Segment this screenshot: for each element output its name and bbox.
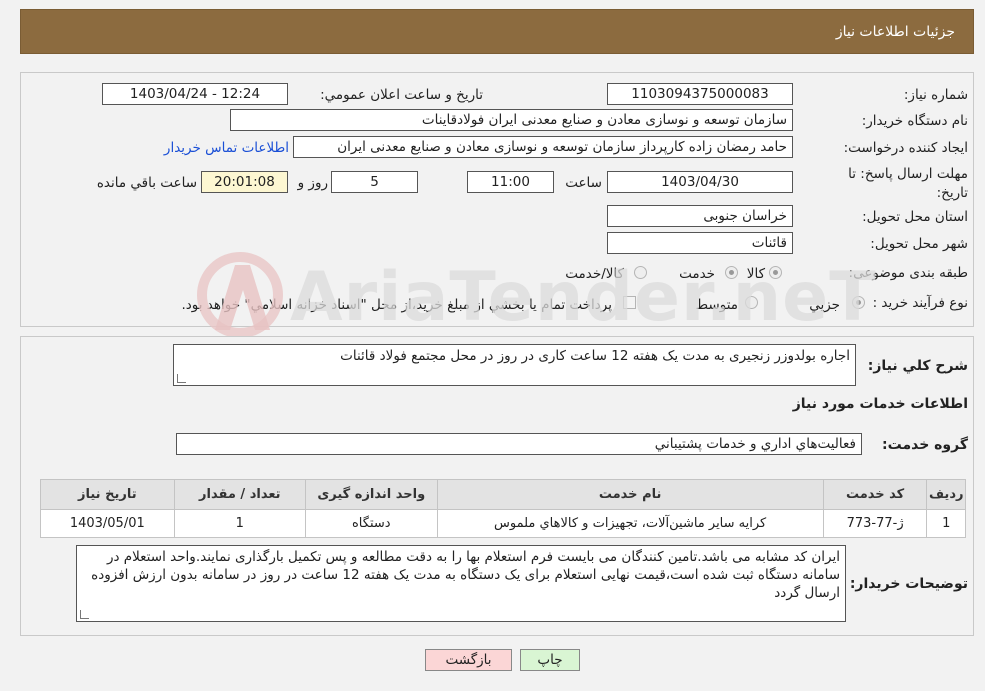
description-text: اجاره بولدوزر زنجیری به مدت یک هفته 12 س… bbox=[340, 348, 850, 364]
treasury-payment-note: پرداخت تمام يا بخشي از مبلغ خريد،از محل … bbox=[181, 297, 612, 313]
treasury-payment-checkbox[interactable] bbox=[623, 296, 636, 309]
remaining-time-field: 20:01:08 bbox=[201, 171, 288, 193]
days-label: روز و bbox=[297, 175, 328, 191]
cell-service-code: ژ-77-773 bbox=[822, 509, 928, 538]
cell-row-number: 1 bbox=[926, 509, 966, 538]
column-quantity: تعداد / مقدار bbox=[173, 479, 307, 510]
city-label: شهر محل تحويل: bbox=[870, 236, 968, 252]
resize-handle-icon[interactable] bbox=[177, 374, 186, 383]
province-label: استان محل تحويل: bbox=[862, 209, 968, 225]
services-section-title: اطلاعات خدمات مورد نياز bbox=[792, 396, 968, 412]
process-radio-medium[interactable] bbox=[745, 296, 758, 309]
category-radio-goods-service[interactable] bbox=[634, 266, 647, 279]
services-table-header: رديف کد خدمت نام خدمت واحد اندازه گيری ت… bbox=[40, 479, 966, 510]
creator-label: ايجاد کننده درخواست: bbox=[843, 140, 968, 156]
cell-quantity: 1 bbox=[173, 509, 307, 538]
category-service-label: خدمت bbox=[679, 266, 715, 282]
cell-unit: دستگاه bbox=[305, 509, 438, 538]
process-minor-label: جزیي bbox=[809, 297, 840, 313]
deadline-date-field: 1403/04/30 bbox=[607, 171, 793, 193]
deadline-label-text: مهلت ارسال پاسخ: تا تاريخ: bbox=[848, 166, 968, 201]
need-number-field: 1103094375000083 bbox=[607, 83, 793, 105]
cell-service-name: کرايه ساير ماشين‌آلات، تجهيزات و کالاهاي… bbox=[436, 509, 824, 538]
category-radio-service[interactable] bbox=[725, 266, 738, 279]
category-goods-service-label: کالا/خدمت bbox=[565, 266, 624, 282]
column-service-name: نام خدمت bbox=[436, 479, 824, 510]
page-title: جزئيات اطلاعات نياز bbox=[835, 24, 955, 40]
column-need-date: تاريخ نياز bbox=[40, 479, 175, 510]
process-medium-label: متوسط bbox=[695, 297, 738, 313]
page-header: جزئيات اطلاعات نياز bbox=[20, 9, 974, 54]
table-row: 1 ژ-77-773 کرايه ساير ماشين‌آلات، تجهيزا… bbox=[40, 509, 966, 538]
buyer-notes-textarea[interactable]: ایران کد مشابه می باشد.تامین کنندگان می … bbox=[76, 545, 846, 622]
cell-need-date: 1403/05/01 bbox=[40, 509, 175, 538]
buyer-contact-link[interactable]: اطلاعات تماس خريدار bbox=[156, 140, 289, 156]
province-field: خراسان جنوبی bbox=[607, 205, 793, 227]
process-radio-minor[interactable] bbox=[852, 296, 865, 309]
process-type-label: نوع فرآيند خريد : bbox=[872, 295, 968, 311]
resize-handle-icon[interactable] bbox=[80, 610, 89, 619]
column-unit: واحد اندازه گيری bbox=[305, 479, 438, 510]
column-service-code: کد خدمت bbox=[822, 479, 928, 510]
creator-field: حامد رمضان زاده کارپرداز سازمان توسعه و … bbox=[293, 136, 793, 158]
description-label: شرح کلي نياز: bbox=[867, 358, 968, 374]
column-row-number: رديف bbox=[926, 479, 966, 510]
back-button[interactable]: بازگشت bbox=[425, 649, 512, 671]
city-field: قائنات bbox=[607, 232, 793, 254]
buyer-org-field: سازمان توسعه و نوسازی معادن و صنایع معدن… bbox=[230, 109, 793, 131]
remaining-days-field: 5 bbox=[331, 171, 418, 193]
deadline-time-field: 11:00 bbox=[467, 171, 554, 193]
service-group-field: فعاليت‌هاي اداري و خدمات پشتيباني bbox=[176, 433, 862, 455]
buyer-notes-label: توضيحات خريدار: bbox=[849, 576, 968, 592]
services-table: رديف کد خدمت نام خدمت واحد اندازه گيری ت… bbox=[40, 479, 966, 538]
category-label: طبقه بندی موضوعی: bbox=[848, 265, 968, 281]
category-radio-goods[interactable] bbox=[769, 266, 782, 279]
need-number-label: شماره نياز: bbox=[903, 87, 968, 103]
remaining-time-label: ساعت باقي مانده bbox=[96, 175, 197, 191]
announce-datetime-label: تاريخ و ساعت اعلان عمومي: bbox=[320, 87, 483, 103]
print-button[interactable]: چاپ bbox=[520, 649, 580, 671]
service-group-label: گروه خدمت: bbox=[882, 437, 968, 453]
buyer-notes-text: ایران کد مشابه می باشد.تامین کنندگان می … bbox=[91, 549, 840, 601]
deadline-time-label: ساعت bbox=[565, 175, 602, 191]
deadline-label: مهلت ارسال پاسخ: تا تاريخ: bbox=[828, 165, 968, 203]
description-textarea[interactable]: اجاره بولدوزر زنجیری به مدت یک هفته 12 س… bbox=[173, 344, 856, 386]
buyer-org-label: نام دستگاه خريدار: bbox=[861, 113, 968, 129]
announce-datetime-field: 1403/04/24 - 12:24 bbox=[102, 83, 288, 105]
